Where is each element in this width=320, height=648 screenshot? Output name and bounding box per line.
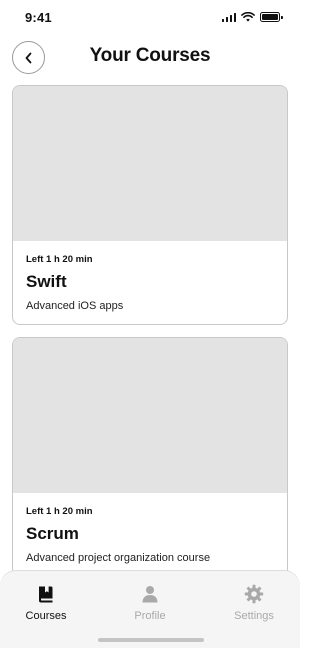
status-time: 9:41	[25, 10, 52, 25]
tab-settings[interactable]: Settings	[214, 583, 294, 622]
course-time-left: Left 1 h 20 min	[26, 506, 93, 517]
course-card-body: Left 1 h 20 min Swift Advanced iOS apps	[13, 241, 287, 324]
tab-profile-label: Profile	[134, 610, 166, 622]
header: Your Courses	[0, 36, 300, 80]
book-icon	[39, 586, 53, 603]
course-card-swift[interactable]: Left 1 h 20 min Swift Advanced iOS apps	[12, 85, 288, 325]
tab-bar: Courses Profile Settings	[0, 570, 300, 648]
course-time-left: Left 1 h 20 min	[26, 254, 93, 265]
tab-courses[interactable]: Courses	[6, 583, 86, 622]
cellular-signal-icon	[221, 12, 236, 22]
course-image-placeholder	[13, 86, 287, 241]
tab-settings-label: Settings	[234, 610, 274, 622]
person-icon	[142, 586, 158, 603]
course-card-scrum[interactable]: Left 1 h 20 min Scrum Advanced project o…	[12, 337, 288, 573]
tab-courses-label: Courses	[25, 610, 67, 622]
course-list: Left 1 h 20 min Swift Advanced iOS apps …	[12, 85, 288, 573]
course-description: Advanced iOS apps	[26, 300, 124, 312]
course-title: Swift	[26, 272, 67, 291]
course-title: Scrum	[26, 524, 79, 543]
gear-icon	[244, 584, 264, 604]
course-image-placeholder	[13, 338, 287, 493]
battery-icon	[260, 12, 283, 22]
home-indicator	[98, 638, 204, 642]
course-card-body: Left 1 h 20 min Scrum Advanced project o…	[13, 493, 287, 573]
page-title: Your Courses	[89, 45, 211, 66]
status-bar: 9:41	[0, 0, 300, 36]
tab-profile[interactable]: Profile	[110, 583, 190, 622]
status-icons	[221, 12, 283, 22]
wifi-icon	[241, 12, 255, 22]
course-description: Advanced project organization course	[26, 552, 211, 564]
